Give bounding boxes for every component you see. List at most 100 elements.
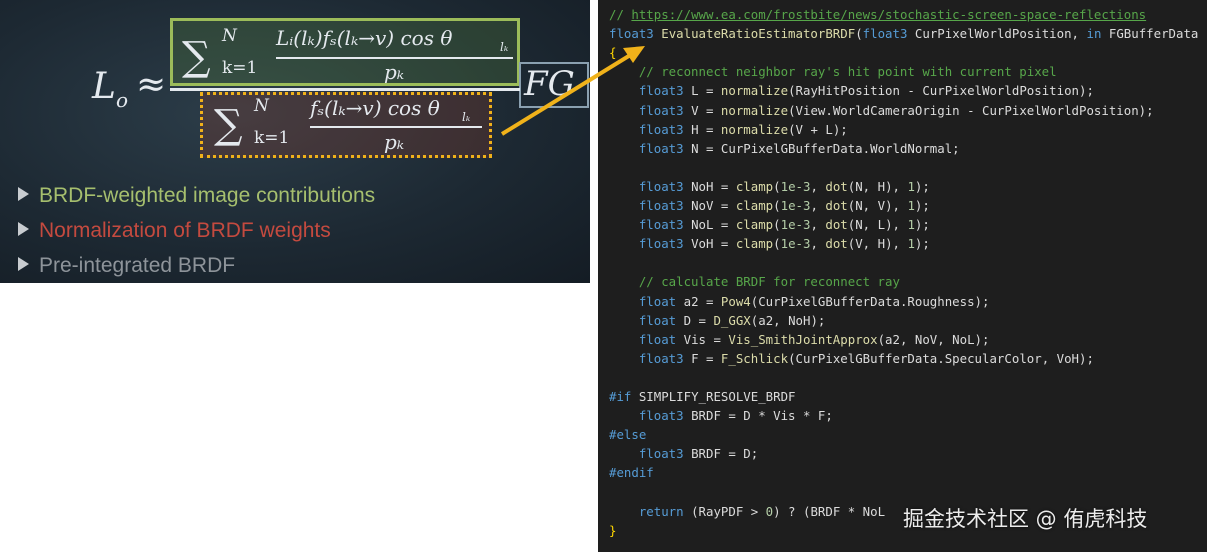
code-token: float3 — [638, 121, 684, 137]
code-line: { — [609, 43, 616, 62]
code-token: ); — [914, 198, 930, 213]
code-token: D_GGX — [713, 312, 751, 328]
code-token: (a2, NoH); — [750, 312, 826, 328]
code-token: ( — [855, 26, 863, 42]
bullet-text: BRDF-weighted image contributions — [39, 184, 376, 207]
code-line: // reconnect neighbor ray's hit point wi… — [609, 62, 1057, 81]
code-token: float3 — [638, 178, 684, 194]
code-line: float3 BRDF = D; — [609, 444, 758, 463]
presentation-slide: L o ≈ ∑ N k=1 Lᵢ(lₖ)fₛ(lₖ→v) cos θ lₖ pₖ… — [0, 0, 590, 283]
code-token: (CurPixelGBufferData.Roughness); — [750, 293, 990, 309]
code-line: float a2 = Pow4(CurPixelGBufferData.Roug… — [609, 292, 990, 311]
denominator-fraction-bar — [310, 126, 482, 128]
code-token: float — [638, 331, 677, 347]
code-token: return — [638, 503, 684, 519]
code-token: FGBufferData — [1101, 26, 1199, 42]
code-token: 1 — [907, 236, 915, 252]
code-token: // reconnect neighbor ray's hit point wi… — [638, 64, 1057, 80]
code-token: // — [609, 7, 632, 22]
code-token: F = — [683, 350, 721, 366]
code-token: 1e-3 — [780, 198, 811, 213]
code-token: ( — [773, 198, 781, 213]
code-token: (a2, NoV, NoL); — [877, 331, 990, 347]
code-token: V = — [683, 102, 721, 118]
fg-label: FG — [524, 64, 575, 104]
code-token: L = — [683, 83, 721, 99]
code-token: normalize — [720, 83, 789, 99]
code-line: float3 N = CurPixelGBufferData.WorldNorm… — [609, 139, 960, 158]
denominator-frac-top-sub: lₖ — [462, 110, 471, 124]
code-token: float3 — [638, 236, 684, 252]
code-token: , — [810, 178, 826, 194]
code-line: float3 NoV = clamp(1e-3, dot(N, V), 1); — [609, 196, 930, 215]
code-token: (CurPixelGBufferData.SpecularColor, VoH)… — [788, 350, 1094, 366]
lhs-symbol: L — [92, 66, 116, 107]
code-token: CurPixelWorldPosition, — [907, 26, 1087, 42]
main-fraction-bar — [170, 88, 520, 91]
code-line: float3 F = F_Schlick(CurPixelGBufferData… — [609, 349, 1094, 368]
code-token: BRDF = D; — [683, 446, 759, 462]
code-token: (V, H), — [847, 236, 908, 252]
code-token: ( — [773, 236, 781, 252]
code-line: float3 BRDF = D * Vis * F; — [609, 406, 833, 425]
code-token: float3 — [638, 217, 684, 233]
code-token: #endif — [609, 465, 654, 481]
code-token: dot — [825, 236, 848, 252]
code-token: dot — [825, 198, 848, 213]
code-token: 1 — [907, 178, 915, 194]
code-token: 1e-3 — [780, 217, 811, 233]
code-token: float3 — [609, 26, 654, 42]
code-token: (V + L); — [788, 121, 848, 137]
denominator-sum-symbol: ∑ — [214, 102, 243, 148]
code-token: , — [810, 198, 826, 213]
code-token: ); — [914, 178, 930, 194]
code-token: float3 — [862, 26, 908, 42]
code-line: #if SIMPLIFY_RESOLVE_BRDF — [609, 387, 796, 406]
watermark-text: 掘金技术社区 @ 侑虎科技 — [903, 507, 1148, 531]
code-token: (N, L), — [847, 217, 908, 233]
code-token: (RayHitPosition - CurPixelWorldPosition)… — [788, 83, 1094, 99]
code-token: NoL = — [683, 217, 736, 233]
code-token: H = — [683, 121, 721, 137]
numerator-frac-top-sub: lₖ — [500, 40, 509, 54]
numerator-sum-lower: k=1 — [222, 58, 258, 78]
code-token: 1 — [907, 217, 915, 233]
denominator-sum-lower: k=1 — [254, 128, 290, 148]
bullet-text: Normalization of BRDF weights — [39, 219, 331, 242]
code-line: #else — [609, 425, 646, 444]
bullet-triangle-icon — [18, 257, 29, 271]
code-token: (N, V), — [847, 198, 908, 213]
bullet-triangle-icon — [18, 187, 29, 201]
denominator-frac-bottom: pₖ — [384, 130, 405, 154]
code-token: , — [810, 236, 826, 252]
bullet-triangle-icon — [18, 222, 29, 236]
code-token: dot — [825, 217, 848, 233]
code-line: #endif — [609, 463, 654, 482]
code-token: Vis_SmithJointApprox — [728, 331, 878, 347]
numerator-sum-upper: N — [222, 26, 237, 46]
code-token: N = CurPixelGBufferData.WorldNormal; — [683, 140, 960, 156]
code-token: 1 — [907, 198, 915, 213]
code-token: SIMPLIFY_RESOLVE_BRDF — [631, 389, 796, 404]
code-token: ( — [773, 217, 781, 233]
bullet-item: Pre-integrated BRDF — [18, 254, 235, 278]
code-token: { — [609, 45, 617, 61]
denominator-frac-top: fₛ(lₖ→v) cos θ — [310, 96, 440, 120]
code-token: float3 — [638, 198, 684, 213]
code-token: ( — [773, 178, 781, 194]
code-line: return (RayPDF > 0) ? (BRDF * NoL — [609, 502, 893, 521]
code-token: 1e-3 — [780, 178, 811, 194]
